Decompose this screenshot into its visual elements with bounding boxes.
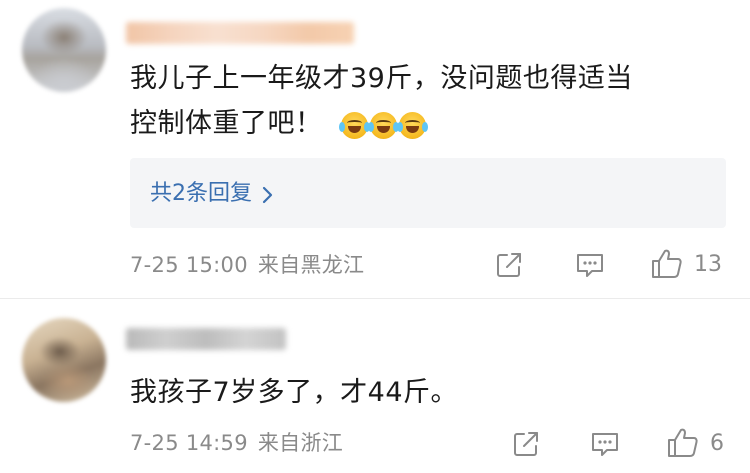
comment-text-continued: 控制体重了吧！ xyxy=(130,101,428,147)
thumbs-up-icon xyxy=(650,248,684,280)
comment-text: 我孩子7岁多了，才44斤。 xyxy=(130,377,459,408)
laugh-cry-emoji-icon xyxy=(367,112,399,139)
like-count: 13 xyxy=(694,251,722,277)
share-button[interactable] xyxy=(494,249,524,281)
comment-time: 7-25 15:00 xyxy=(130,253,248,277)
comment-meta: 7-25 14:59 来自浙江 xyxy=(130,428,343,458)
comment-list: 我儿子上一年级才39斤，没问题也得适当 控制体重了吧！ 共2条回复 7-25 1… xyxy=(0,0,750,473)
share-icon xyxy=(511,429,541,459)
chevron-right-icon xyxy=(262,176,274,210)
view-replies-link[interactable]: 共2条回复 xyxy=(150,176,274,211)
comment-time: 7-25 14:59 xyxy=(130,431,248,455)
comment-icon xyxy=(574,250,606,280)
replies-box: 共2条回复 xyxy=(130,158,726,228)
username-blurred[interactable] xyxy=(126,22,354,44)
avatar[interactable] xyxy=(22,318,106,402)
thumbs-up-icon xyxy=(666,427,700,459)
replies-label: 共2条回复 xyxy=(150,181,252,206)
comment-button[interactable] xyxy=(574,249,606,281)
comment-divider xyxy=(0,298,750,299)
share-icon xyxy=(494,250,524,280)
username-blurred[interactable] xyxy=(126,328,286,350)
comment-location: 来自黑龙江 xyxy=(257,253,365,277)
comment-text: 我儿子上一年级才39斤，没问题也得适当 xyxy=(130,63,633,94)
comment-text-line2: 控制体重了吧！ xyxy=(130,108,323,139)
emoji-group xyxy=(338,102,428,147)
like-button[interactable]: 13 xyxy=(650,248,722,280)
comment-button[interactable] xyxy=(589,428,621,460)
comment-location: 来自浙江 xyxy=(257,431,344,455)
comment-meta: 7-25 15:00 来自黑龙江 xyxy=(130,250,364,280)
like-count: 6 xyxy=(710,430,724,456)
laugh-cry-emoji-icon xyxy=(338,112,370,139)
avatar[interactable] xyxy=(22,8,106,92)
like-button[interactable]: 6 xyxy=(666,427,724,459)
laugh-cry-emoji-icon xyxy=(396,112,428,139)
share-button[interactable] xyxy=(511,428,541,460)
comment-icon xyxy=(589,429,621,459)
